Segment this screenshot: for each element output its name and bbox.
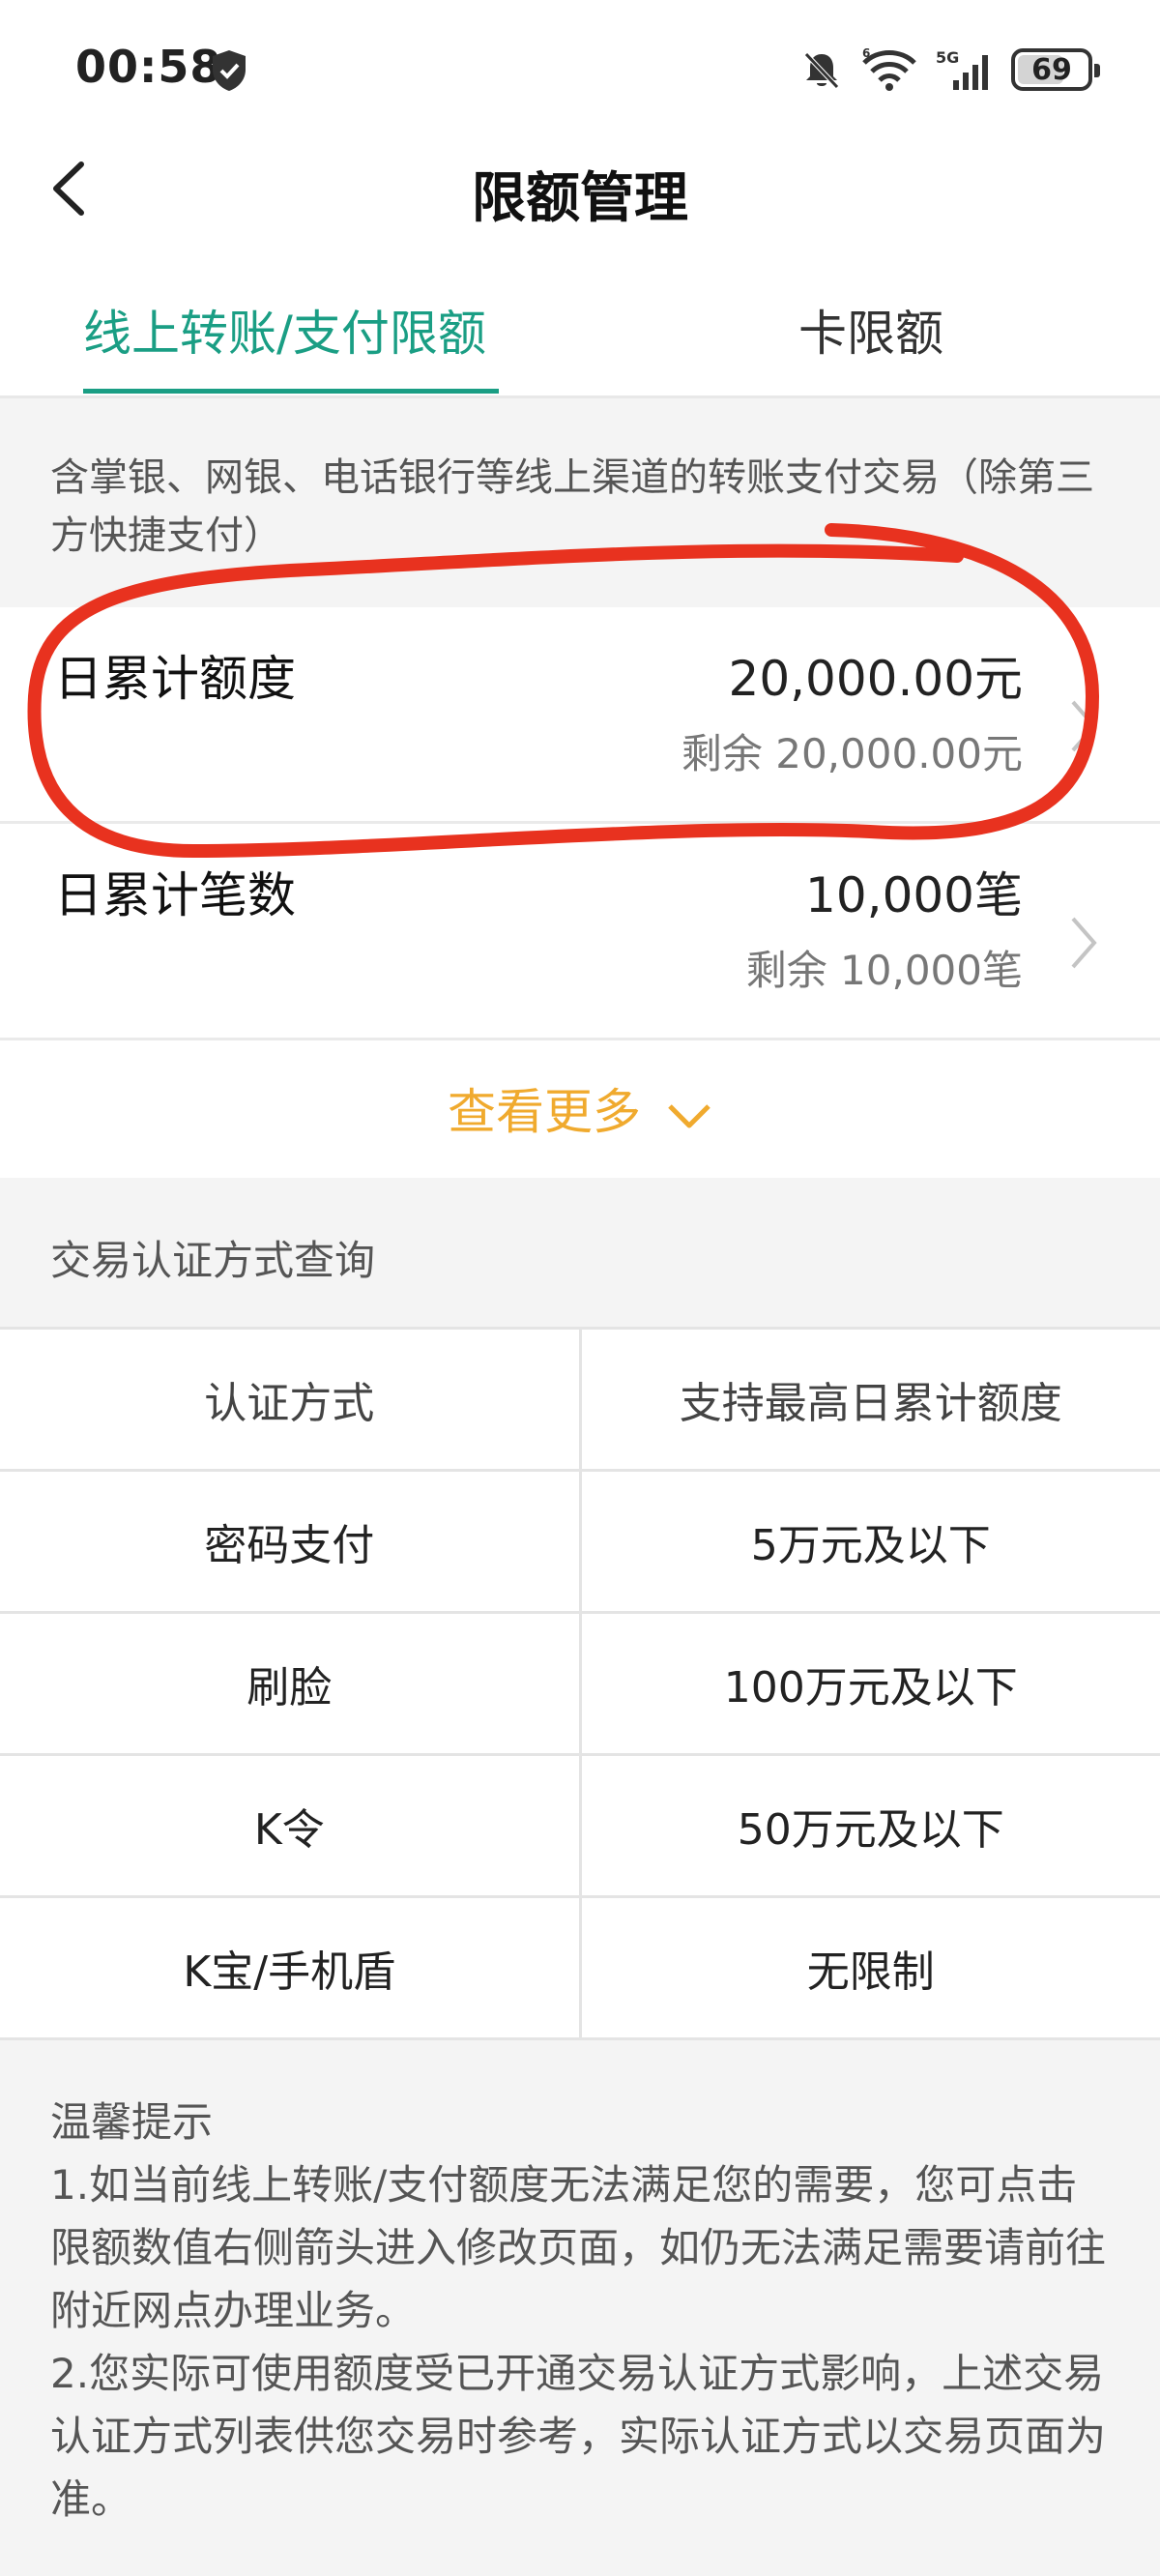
chevron-right-icon[interactable]: [1067, 913, 1100, 973]
chevron-down-icon: [668, 1103, 710, 1127]
table-header-cell: 认证方式: [0, 1330, 582, 1469]
table-cell: 100万元及以下: [723, 1663, 1018, 1712]
tips-item: 2.您实际可使用额度受已开通交易认证方式影响，上述交易认证方式列表供您交易时参考…: [50, 2350, 1107, 2523]
limit-value: 10,000笔: [805, 867, 1023, 923]
chevron-right-icon[interactable]: [1067, 696, 1100, 756]
table-row: 密码支付 5万元及以下: [0, 1472, 1160, 1614]
table-row: 刷脸 100万元及以下: [0, 1614, 1160, 1756]
table-header-cell: 支持最高日累计额度: [679, 1379, 1062, 1428]
table-cell: 5万元及以下: [750, 1521, 991, 1570]
table-cell: 刷脸: [0, 1614, 582, 1753]
limit-remaining: 剩余 20,000.00元: [681, 730, 1023, 777]
limit-remaining: 剩余 10,000笔: [745, 947, 1023, 994]
view-more-label: 查看更多: [448, 1084, 641, 1140]
tips-section: 温馨提示 1.如当前线上转账/支付额度无法满足您的需要，您可点击限额数值右侧箭头…: [0, 2040, 1160, 2576]
battery-level: 69: [1031, 52, 1072, 87]
tab-bar: 线上转账/支付限额 卡限额: [0, 280, 1160, 398]
battery-icon: 69: [1011, 48, 1100, 91]
channel-description: 含掌银、网银、电话银行等线上渠道的转账支付交易（除第三方快捷支付）: [0, 398, 1160, 607]
limit-value: 20,000.00元: [728, 651, 1023, 707]
table-cell: 无限制: [806, 1947, 935, 1997]
status-icons: 6 5G 69: [800, 44, 1100, 95]
table-row: K令 50万元及以下: [0, 1756, 1160, 1898]
tips-title: 温馨提示: [50, 2098, 214, 2146]
tab-card-limit[interactable]: 卡限额: [798, 290, 943, 387]
table-header-row: 认证方式 支持最高日累计额度: [0, 1330, 1160, 1472]
view-more-button[interactable]: 查看更多: [0, 1073, 1160, 1143]
auth-table: 认证方式 支持最高日累计额度 密码支付 5万元及以下 刷脸 100万元及以下 K…: [0, 1327, 1160, 2040]
view-more-row: 查看更多: [0, 1040, 1160, 1178]
status-time: 00:58: [75, 41, 222, 93]
mute-bell-icon: [804, 52, 839, 89]
shield-icon: [213, 50, 246, 91]
daily-count-limit-row[interactable]: 日累计笔数 10,000笔 剩余 10,000笔: [0, 824, 1160, 1040]
limit-label: 日累计额度: [54, 651, 296, 707]
table-cell: 50万元及以下: [737, 1805, 1004, 1855]
table-cell: 密码支付: [0, 1472, 582, 1611]
table-row: K宝/手机盾 无限制: [0, 1898, 1160, 2040]
svg-text:5G: 5G: [936, 48, 959, 67]
wifi-icon: 6: [862, 47, 916, 91]
active-tab-indicator: [83, 389, 499, 394]
tab-online-transfer-limit[interactable]: 线上转账/支付限额: [83, 290, 486, 387]
signal-5g-icon: 5G: [936, 48, 988, 90]
status-bar: 00:58 6 5G 69: [0, 0, 1160, 145]
table-cell: K宝/手机盾: [0, 1898, 582, 2037]
svg-text:6: 6: [862, 47, 870, 60]
page-title: 限额管理: [472, 167, 688, 230]
table-cell: K令: [0, 1756, 582, 1895]
tips-item: 1.如当前线上转账/支付额度无法满足您的需要，您可点击限额数值右侧箭头进入修改页…: [50, 2161, 1107, 2334]
limit-label: 日累计笔数: [54, 867, 296, 923]
daily-amount-limit-row[interactable]: 日累计额度 20,000.00元 剩余 20,000.00元: [0, 607, 1160, 824]
auth-section-title: 交易认证方式查询: [0, 1178, 1160, 1329]
